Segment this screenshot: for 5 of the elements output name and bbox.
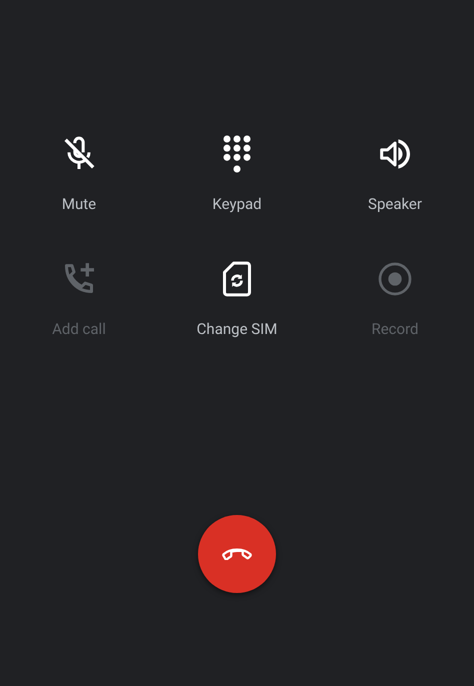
call-control-button[interactable]: Change SIM	[196, 259, 278, 339]
call-control-button[interactable]: Mute	[59, 134, 99, 214]
call-control-button[interactable]: Speaker	[368, 134, 422, 214]
hang-up-icon	[222, 548, 252, 560]
call-control-button[interactable]: Keypad	[212, 134, 262, 214]
